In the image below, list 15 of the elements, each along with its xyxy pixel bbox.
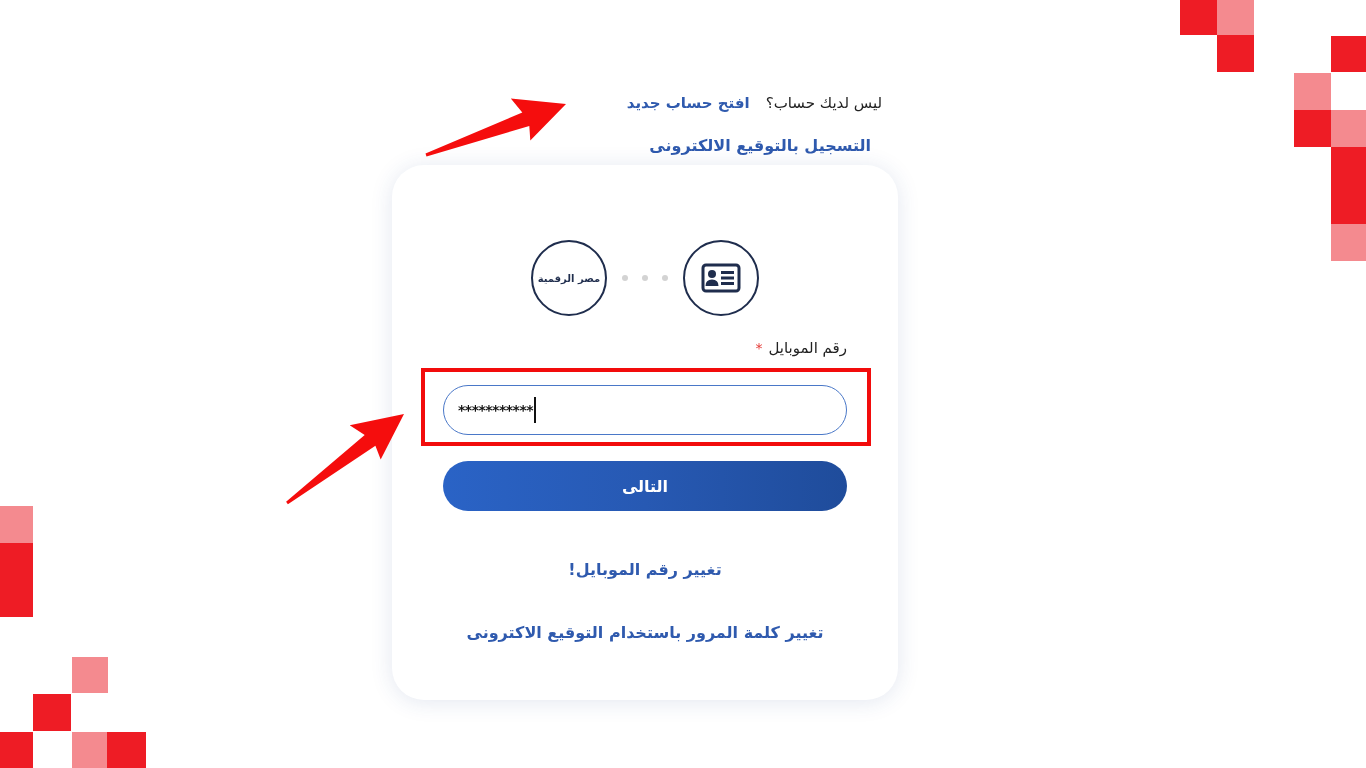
esign-register-link[interactable]: التسجيل بالتوقيع الالكترونى bbox=[649, 135, 871, 155]
text-cursor bbox=[534, 397, 536, 423]
dots-icon bbox=[622, 275, 668, 281]
no-account-text: ليس لديك حساب؟ bbox=[765, 94, 882, 112]
phone-input-field[interactable]: *********** bbox=[443, 385, 847, 435]
next-button[interactable]: التالى bbox=[443, 461, 847, 511]
required-mark: * bbox=[755, 340, 763, 356]
arrow-icon bbox=[286, 414, 404, 505]
arrow-icon bbox=[425, 98, 566, 157]
change-password-link[interactable]: تغيير كلمة المرور باستخدام التوقيع الاكترونى bbox=[466, 622, 824, 642]
id-card-icon bbox=[683, 240, 759, 316]
brand-logo: مصر الرقمية bbox=[531, 240, 607, 316]
phone-label: رقم الموبايل bbox=[768, 339, 847, 357]
change-mobile-link[interactable]: تغيير رقم الموبايل! bbox=[568, 559, 722, 579]
open-account-link[interactable]: افتح حساب جديد bbox=[626, 94, 750, 112]
